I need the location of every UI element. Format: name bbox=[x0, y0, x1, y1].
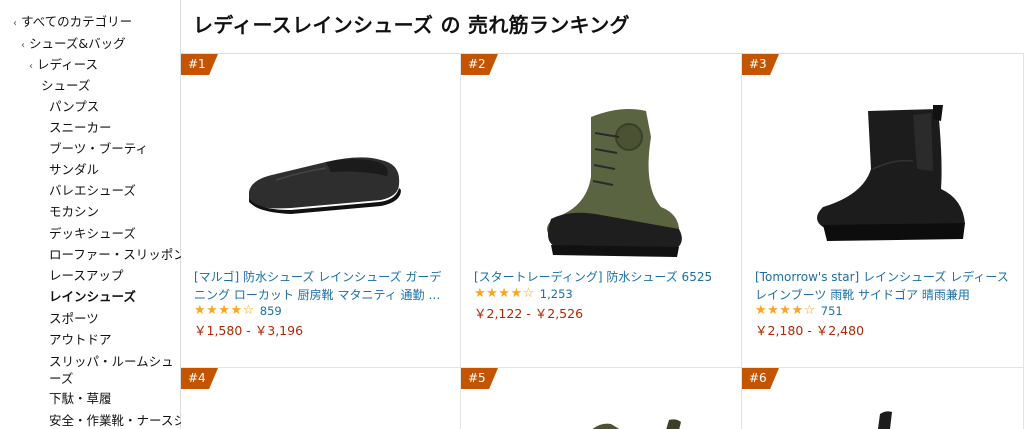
product-card-6[interactable]: #6 bbox=[742, 368, 1024, 429]
sidebar-item-all-categories[interactable]: ‹ すべてのカテゴリー bbox=[13, 14, 132, 32]
product-card-5[interactable]: #5 bbox=[461, 368, 742, 429]
rank-badge: #2 bbox=[461, 54, 498, 75]
rating-row: ★★★★☆ 1,253 bbox=[474, 287, 573, 302]
price-range: ￥2,122 - ￥2,526 bbox=[474, 306, 584, 321]
sidebar-item-shoes[interactable]: シューズ bbox=[41, 78, 90, 94]
chevron-left-icon: ‹ bbox=[21, 40, 25, 51]
product-card-4[interactable]: #4 bbox=[181, 368, 461, 429]
price-range: ￥1,580 - ￥3,196 bbox=[194, 323, 304, 338]
chelsea-boot-image[interactable] bbox=[742, 94, 1023, 264]
product-card-2[interactable]: #2 [スタートレーディング] 防水シューズ 6525 ★★★★☆ 1,253 … bbox=[461, 54, 742, 368]
rating-row: ★★★★☆ 751 bbox=[755, 304, 843, 319]
slip-on-shoe-image[interactable] bbox=[181, 109, 460, 249]
sidebar-item-outdoor[interactable]: アウトドア bbox=[49, 332, 112, 348]
sidebar-item-shoes-bags[interactable]: ‹ シューズ&バッグ bbox=[21, 36, 126, 54]
sidebar-item-lace-up[interactable]: レースアップ bbox=[49, 268, 123, 284]
sidebar-item-sports[interactable]: スポーツ bbox=[49, 311, 99, 327]
chevron-left-icon: ‹ bbox=[29, 61, 33, 72]
sidebar-item-loafers[interactable]: ローファー・スリッポン bbox=[49, 247, 186, 263]
product-title-link[interactable]: [マルゴ] 防水シューズ レインシューズ ガーデニング ローカット 厨房靴 マタ… bbox=[194, 268, 452, 304]
lace-up-boot-image[interactable] bbox=[461, 94, 741, 264]
page-title: レディースレインシューズ の 売れ筋ランキング bbox=[193, 13, 630, 37]
boot-image-partial bbox=[878, 411, 892, 429]
chevron-left-icon: ‹ bbox=[13, 18, 17, 29]
boot-image-partial bbox=[592, 419, 681, 429]
review-count-link[interactable]: 859 bbox=[260, 304, 282, 318]
sidebar-item-slippers[interactable]: スリッパ・ルームシューズ bbox=[49, 353, 179, 387]
category-sidebar: ‹ すべてのカテゴリー ‹ シューズ&バッグ ‹ レディース シューズ パンプス スニ… bbox=[0, 0, 186, 429]
rating-row: ★★★★☆ 859 bbox=[194, 304, 282, 319]
sidebar-item-label: レディース bbox=[37, 57, 99, 72]
rank-badge: #3 bbox=[742, 54, 779, 75]
product-card-3[interactable]: #3 [Tomorrow's star] レインシューズ レディース レインブー… bbox=[742, 54, 1024, 368]
sidebar-item-label: すべてのカテゴリー bbox=[21, 14, 133, 29]
sidebar-item-pumps[interactable]: パンプス bbox=[49, 99, 99, 115]
sidebar-item-geta[interactable]: 下駄・草履 bbox=[49, 391, 112, 407]
review-count-link[interactable]: 751 bbox=[821, 304, 843, 318]
sidebar-item-safety-shoes[interactable]: 安全・作業靴・ナースシ bbox=[49, 413, 186, 429]
rank-badge: #1 bbox=[181, 54, 218, 75]
sidebar-item-ladies[interactable]: ‹ レディース bbox=[29, 57, 98, 75]
rank-badge: #5 bbox=[461, 368, 498, 389]
sidebar-item-moccasins[interactable]: モカシン bbox=[49, 204, 99, 220]
rank-badge: #4 bbox=[181, 368, 218, 389]
sidebar-item-ballet-shoes[interactable]: バレエシューズ bbox=[49, 183, 136, 199]
sidebar-item-boots[interactable]: ブーツ・ブーティ bbox=[49, 141, 148, 157]
sidebar-item-rain-shoes: レインシューズ bbox=[49, 289, 136, 304]
product-title-link[interactable]: [Tomorrow's star] レインシューズ レディース レインブーツ 雨… bbox=[755, 268, 1013, 304]
sidebar-item-sneakers[interactable]: スニーカー bbox=[49, 120, 112, 136]
sidebar-item-deck-shoes[interactable]: デッキシューズ bbox=[49, 226, 136, 242]
price-range: ￥2,180 - ￥2,480 bbox=[755, 323, 865, 338]
star-rating-icon[interactable]: ★★★★☆ bbox=[755, 304, 816, 318]
review-count-link[interactable]: 1,253 bbox=[540, 287, 573, 301]
sidebar-item-sandals[interactable]: サンダル bbox=[49, 162, 99, 178]
product-title-link[interactable]: [スタートレーディング] 防水シューズ 6525 bbox=[474, 268, 732, 286]
star-rating-icon[interactable]: ★★★★☆ bbox=[474, 287, 535, 301]
rank-badge: #6 bbox=[742, 368, 779, 389]
sidebar-item-label: シューズ&バッグ bbox=[29, 36, 126, 51]
star-rating-icon[interactable]: ★★★★☆ bbox=[194, 304, 255, 318]
product-card-1[interactable]: #1 [マルゴ] 防水シューズ レインシューズ ガーデニング ローカット 厨房靴… bbox=[181, 54, 461, 368]
